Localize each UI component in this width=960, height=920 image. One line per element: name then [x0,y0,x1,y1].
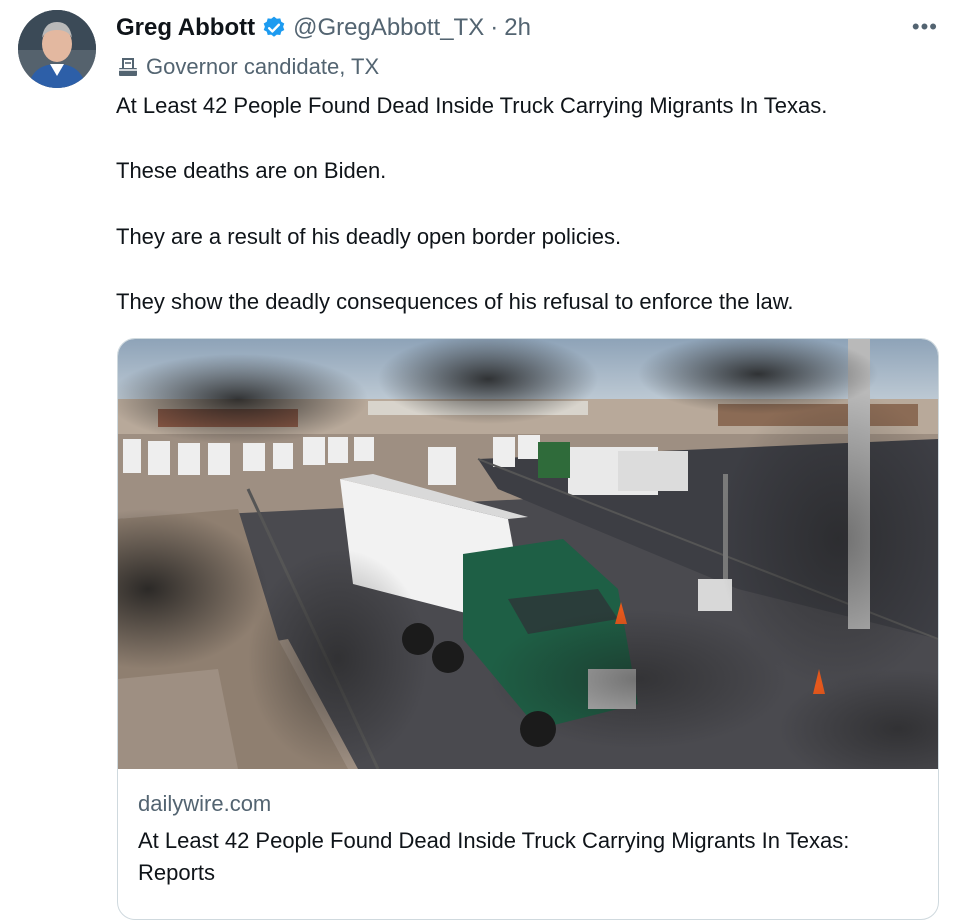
tweet-paragraph-2: These deaths are on Biden. [116,158,387,183]
author-name[interactable]: Greg Abbott [116,14,255,42]
link-card[interactable]: dailywire.com At Least 42 People Found D… [117,338,939,920]
separator-dot: · [490,14,499,41]
tweet-paragraph-4: They show the deadly consequences of his… [116,289,794,314]
card-title[interactable]: At Least 42 People Found Dead Inside Tru… [138,825,898,889]
more-options-icon[interactable]: ••• [912,14,938,40]
avatar-image [18,10,96,88]
ballot-box-icon [116,55,140,79]
verified-badge-icon [261,15,287,41]
tweet-paragraph-3: They are a result of his deadly open bor… [116,224,622,249]
avatar[interactable] [18,10,96,88]
author-label-text: Governor candidate, TX [146,54,380,79]
author-label: Governor candidate, TX [116,52,379,82]
card-image[interactable] [118,339,938,769]
tweet-header: Greg Abbott @GregAbbott_TX · 2h [116,12,531,44]
tweet-timestamp[interactable]: 2h [504,14,531,42]
tweet-paragraph-1: At Least 42 People Found Dead Inside Tru… [116,93,828,118]
card-domain[interactable]: dailywire.com [138,791,271,817]
author-handle[interactable]: @GregAbbott_TX [293,14,484,42]
